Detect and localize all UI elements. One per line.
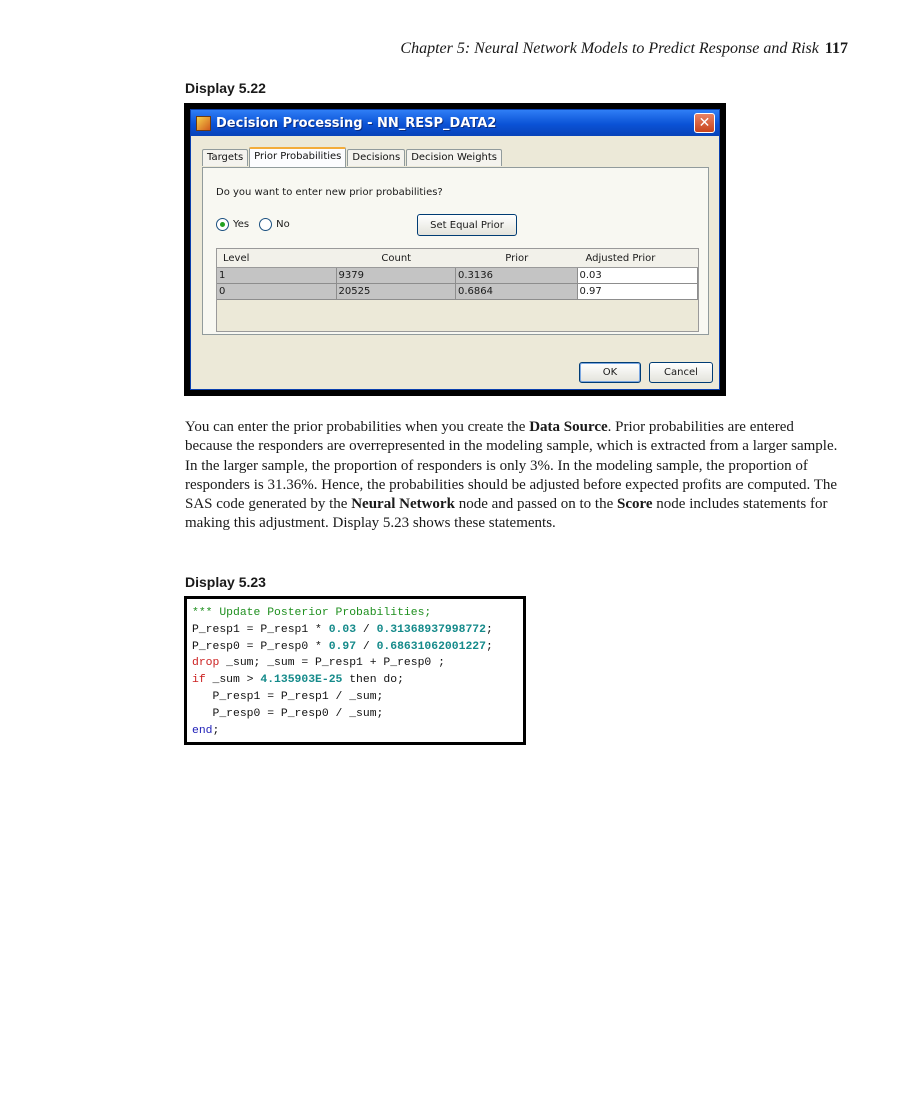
code-text: / — [356, 640, 377, 653]
ok-button[interactable]: OK — [579, 362, 641, 383]
para-bold-data-source: Data Source — [529, 419, 608, 435]
code-line: P_resp0 = P_resp0 / _sum; — [192, 707, 384, 720]
set-equal-prior-button[interactable]: Set Equal Prior — [417, 214, 517, 236]
decision-processing-dialog: Decision Processing - NN_RESP_DATA2 ✕ Ta… — [190, 109, 720, 390]
code-line: P_resp0 = P_resp0 * 0.97 / 0.68631062001… — [192, 639, 523, 656]
code-text: P_resp1 = P_resp1 * — [192, 623, 329, 636]
running-header: Chapter 5: Neural Network Models to Pred… — [400, 40, 848, 58]
page-number: 117 — [824, 40, 848, 57]
code-line: if _sum > 4.135903E-25 then do; — [192, 672, 523, 689]
code-number: 0.97 — [328, 640, 357, 653]
code-number: 0.03 — [328, 623, 357, 636]
code-text: _sum; _sum = P_resp1 + P_resp0 ; — [219, 657, 445, 670]
para-text: node and passed on to the — [454, 496, 617, 513]
yes-radio[interactable] — [216, 218, 229, 231]
column-header-level[interactable]: Level — [217, 249, 337, 267]
chapter-title: Chapter 5: Neural Network Models to Pred… — [400, 40, 819, 57]
code-number: 0.68631062001227 — [376, 640, 486, 653]
column-header-prior[interactable]: Prior — [456, 249, 577, 267]
sas-code-block: *** Update Posterior Probabilities; P_re… — [184, 596, 526, 745]
no-radio-label: No — [276, 219, 290, 230]
tab-decision-weights[interactable]: Decision Weights — [406, 149, 503, 166]
tab-prior-probabilities[interactable]: Prior Probabilities — [249, 147, 347, 167]
prior-probabilities-panel: Do you want to enter new prior probabili… — [202, 167, 709, 335]
close-icon[interactable]: ✕ — [694, 113, 715, 133]
cell-adjusted-prior-input[interactable]: 0.03 — [577, 268, 698, 284]
prior-question: Do you want to enter new prior probabili… — [216, 187, 443, 198]
dialog-title: Decision Processing - NN_RESP_DATA2 — [216, 115, 497, 131]
cell-prior: 0.6864 — [456, 284, 578, 300]
dialog-screenshot: Decision Processing - NN_RESP_DATA2 ✕ Ta… — [184, 103, 726, 396]
cell-adjusted-prior-input[interactable]: 0.97 — [577, 284, 698, 300]
column-header-count[interactable]: Count — [337, 249, 456, 267]
code-keyword: end — [192, 724, 213, 737]
prior-radio-group: Yes No — [216, 218, 300, 231]
table-header: Level Count Prior Adjusted Prior — [217, 249, 698, 268]
code-keyword: drop — [192, 657, 220, 670]
code-line-comment: *** Update Posterior Probabilities; — [192, 607, 432, 619]
column-header-adjusted-prior[interactable]: Adjusted Prior — [577, 249, 698, 267]
code-text: ; — [485, 623, 493, 636]
cell-count: 9379 — [336, 268, 456, 284]
code-line: end; — [192, 723, 523, 740]
dialog-titlebar[interactable]: Decision Processing - NN_RESP_DATA2 ✕ — [191, 110, 719, 136]
cell-count: 20525 — [336, 284, 456, 300]
code-text: _sum > — [205, 674, 261, 687]
tab-strip: Targets Prior Probabilities Decisions De… — [202, 147, 503, 167]
code-keyword: if — [192, 674, 206, 687]
code-text: ; — [485, 640, 493, 653]
code-text: P_resp0 = P_resp0 * — [192, 640, 329, 653]
no-radio[interactable] — [259, 218, 273, 231]
code-text: ; — [212, 724, 220, 737]
cell-level: 1 — [217, 268, 337, 284]
display-label-523: Display 5.23 — [185, 574, 266, 590]
table-row: 0 20525 0.6864 0.97 — [217, 284, 698, 300]
para-bold-score: Score — [617, 496, 653, 513]
display-label-522: Display 5.22 — [185, 80, 266, 96]
body-paragraph: You can enter the prior probabilities wh… — [185, 418, 840, 534]
app-icon — [196, 115, 211, 131]
cell-prior: 0.3136 — [456, 268, 578, 284]
yes-radio-label: Yes — [233, 219, 250, 230]
prior-table: Level Count Prior Adjusted Prior 1 9379 … — [216, 248, 699, 332]
tab-targets[interactable]: Targets — [202, 149, 249, 166]
para-text: You can enter the prior probabilities wh… — [185, 419, 530, 435]
cell-level: 0 — [217, 284, 337, 300]
table-row: 1 9379 0.3136 0.03 — [217, 268, 698, 284]
code-line: P_resp1 = P_resp1 * 0.03 / 0.31368937998… — [192, 622, 523, 639]
para-bold-neural-network: Neural Network — [351, 496, 455, 513]
code-text: / — [356, 623, 377, 636]
code-text: then do; — [342, 674, 404, 687]
code-line: drop _sum; _sum = P_resp1 + P_resp0 ; — [192, 655, 523, 672]
code-line: P_resp1 = P_resp1 / _sum; — [192, 690, 384, 703]
code-number: 0.31368937998772 — [376, 623, 486, 636]
cancel-button[interactable]: Cancel — [649, 362, 713, 383]
tab-decisions[interactable]: Decisions — [347, 149, 406, 166]
code-number: 4.135903E-25 — [260, 674, 343, 687]
